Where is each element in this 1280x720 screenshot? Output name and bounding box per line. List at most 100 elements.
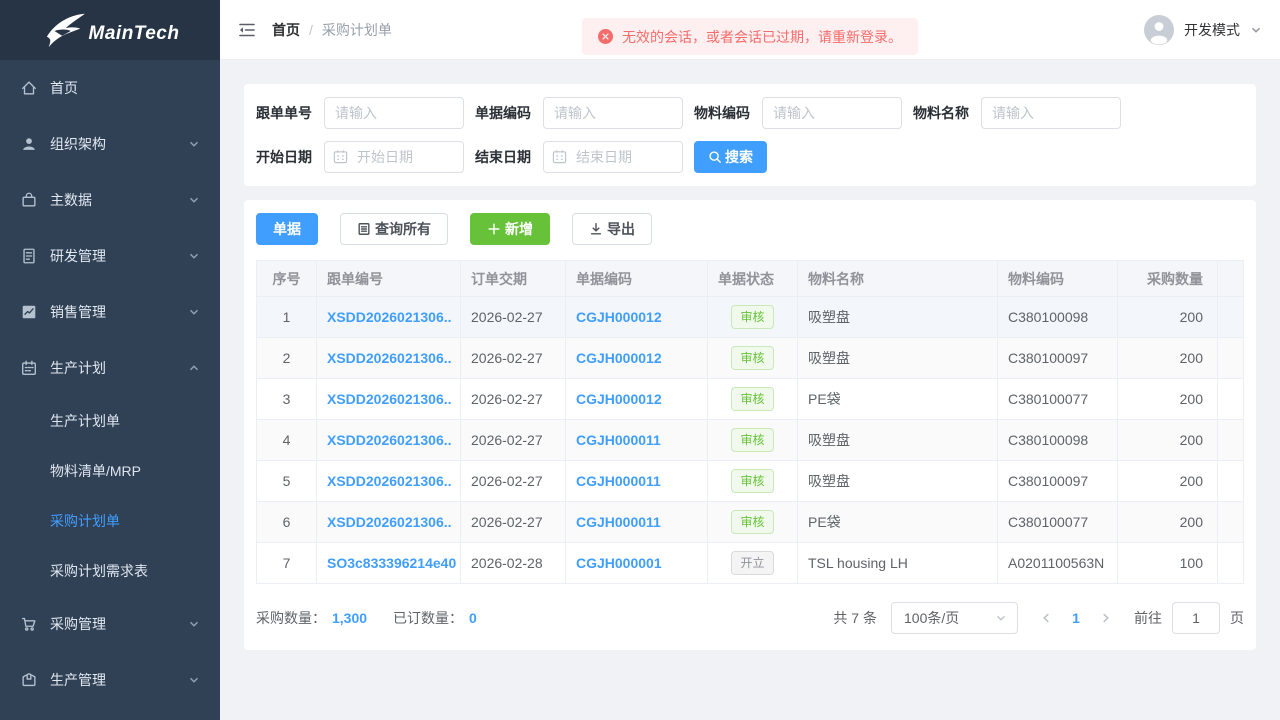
sidebar-item-label: 销售管理 xyxy=(50,304,106,320)
sidebar-item-sales-management[interactable]: 销售管理 xyxy=(0,284,220,340)
goto-page-input[interactable] xyxy=(1172,602,1220,634)
cell-follow-no[interactable]: XSDD2026021306.. xyxy=(316,501,461,543)
chevron-down-icon xyxy=(188,138,200,150)
column-header: 单据状态 xyxy=(707,260,798,297)
page-number[interactable]: 1 xyxy=(1062,610,1090,626)
purchase-qty-value: 1,300 xyxy=(332,610,368,626)
alert-message: 无效的会话，或者会话已过期，请重新登录。 xyxy=(622,28,902,45)
table-footer: 采购数量： 1,300 已订数量： 0 共 7 条 100条/页 1 前往 1 … xyxy=(256,602,1244,634)
table-row[interactable]: 3 XSDD2026021306.. 2026-02-27 CGJH000012 审核 P… xyxy=(256,378,1244,420)
cell-follow-no[interactable]: XSDD2026021306.. xyxy=(316,419,461,461)
cell-material-name: 吸塑盘 xyxy=(797,337,998,379)
cell-index: 2 xyxy=(256,337,317,379)
document-icon xyxy=(20,247,38,265)
cell-material-code: C380100097 xyxy=(997,460,1118,502)
error-circle-icon xyxy=(598,29,613,44)
cell-delivery-date: 2026-02-27 xyxy=(460,419,566,461)
ordered-qty-label: 已订数量： xyxy=(393,610,464,626)
breadcrumb-home[interactable]: 首页 xyxy=(272,20,300,40)
plus-icon xyxy=(487,222,501,236)
field-doc-no: 单据编码 xyxy=(475,97,683,129)
sidebar-subitem-bom-mrp[interactable]: 物料清单/MRP xyxy=(0,446,220,496)
cell-delivery-date: 2026-02-28 xyxy=(460,542,566,584)
cell-doc-no[interactable]: CGJH000011 xyxy=(565,501,708,543)
sidebar-item-home[interactable]: 首页 xyxy=(0,60,220,116)
goto-suffix: 页 xyxy=(1230,610,1244,626)
export-button[interactable]: 导出 xyxy=(572,213,652,245)
material-code-input[interactable] xyxy=(762,97,902,129)
table-row[interactable]: 7 SO3c833396214e40 2026-02-28 CGJH000001 开立 T… xyxy=(256,542,1244,584)
download-icon xyxy=(589,222,603,236)
sidebar-subitem-production-plan-order[interactable]: 生产计划单 xyxy=(0,396,220,446)
table-row[interactable]: 2 XSDD2026021306.. 2026-02-27 CGJH000012 审核吸… xyxy=(256,337,1244,379)
status-badge: 审核 xyxy=(707,460,798,502)
status-badge: 审核 xyxy=(731,428,774,452)
table-panel: 单据 查询所有 新增 导出 序号 跟单编号 订单交期 单据编码 单据状态 物料名… xyxy=(244,200,1256,650)
cell-doc-no[interactable]: CGJH000001 xyxy=(565,542,708,584)
query-all-button[interactable]: 查询所有 xyxy=(340,213,448,245)
cell-doc-no[interactable]: CGJH000012 xyxy=(565,296,708,338)
cell-follow-no[interactable]: XSDD2026021306.. xyxy=(316,296,461,338)
document-list-icon xyxy=(357,222,371,236)
cell-doc-no[interactable]: CGJH000011 xyxy=(565,460,708,502)
summary: 采购数量： 1,300 已订数量： 0 xyxy=(256,608,503,628)
column-header xyxy=(1217,260,1244,297)
material-name-input[interactable] xyxy=(981,97,1121,129)
doc-no-input[interactable] xyxy=(543,97,683,129)
sidebar-item-rd-management[interactable]: 研发管理 xyxy=(0,228,220,284)
cell-material-name: TSL housing LH xyxy=(797,542,998,584)
status-badge: 开立 xyxy=(731,551,774,575)
cell-qty: 200 xyxy=(1117,337,1218,379)
chevron-up-icon xyxy=(188,362,200,374)
field-label: 物料编码 xyxy=(694,105,750,121)
status-badge: 审核 xyxy=(707,378,798,420)
prev-page-icon[interactable] xyxy=(1032,602,1060,634)
sidebar-subitem-purchase-plan-order[interactable]: 采购计划单 xyxy=(0,496,220,546)
column-header: 跟单编号 xyxy=(316,260,461,297)
next-page-icon[interactable] xyxy=(1092,602,1120,634)
sidebar-item-production-management[interactable]: 生产管理 xyxy=(0,652,220,708)
cell-follow-no[interactable]: XSDD2026021306.. xyxy=(316,378,461,420)
sidebar-fold-icon[interactable] xyxy=(236,19,258,41)
sidebar-item-master-data[interactable]: 主数据 xyxy=(0,172,220,228)
sidebar-item-label: 采购管理 xyxy=(50,616,106,632)
sidebar-item-purchase-management[interactable]: 采购管理 xyxy=(0,596,220,652)
column-header: 订单交期 xyxy=(460,260,566,297)
sidebar-item-org[interactable]: 组织架构 xyxy=(0,116,220,172)
cell-follow-no[interactable]: XSDD2026021306.. xyxy=(316,337,461,379)
table-row[interactable]: 6 XSDD2026021306.. 2026-02-27 CGJH000011 审核 P… xyxy=(256,501,1244,543)
add-button[interactable]: 新增 xyxy=(470,213,550,245)
search-button[interactable]: 搜索 xyxy=(694,141,767,173)
field-material-code: 物料编码 xyxy=(694,97,902,129)
sidebar-item-label: 组织架构 xyxy=(50,136,106,152)
cell-follow-no[interactable]: SO3c833396214e40 xyxy=(316,542,461,584)
chevron-down-icon xyxy=(188,674,200,686)
purchase-qty-label: 采购数量： xyxy=(256,610,326,626)
page-size-select[interactable]: 100条/页 xyxy=(891,602,1018,634)
cell-material-code: C380100077 xyxy=(997,501,1118,543)
sidebar-item-production-plan[interactable]: 生产计划 xyxy=(0,340,220,396)
table-row[interactable]: 1 XSDD2026021306.. 2026-02-27 CGJH000012 审核吸… xyxy=(256,296,1244,338)
bill-button[interactable]: 单据 xyxy=(256,213,318,245)
cell-follow-no[interactable]: XSDD2026021306.. xyxy=(316,460,461,502)
table-row[interactable]: 5 XSDD2026021306.. 2026-02-27 CGJH000011 审核吸… xyxy=(256,460,1244,502)
main-area: 首页 / 采购计划单 无效的会话，或者会话已过期，请重新登录。 开发模式 跟单单… xyxy=(220,0,1280,720)
cart-icon xyxy=(20,615,38,633)
search-icon xyxy=(708,150,722,164)
cell-qty: 100 xyxy=(1117,542,1218,584)
cell-material-code: A0201100563N xyxy=(997,542,1118,584)
table-header-row: 序号 跟单编号 订单交期 单据编码 单据状态 物料名称 物料编码 采购数量 xyxy=(256,260,1244,297)
cell-doc-no[interactable]: CGJH000011 xyxy=(565,419,708,461)
page-content: 跟单单号 单据编码 物料编码 物料名称 开始日期 xyxy=(220,60,1280,720)
follow-no-input[interactable] xyxy=(324,97,464,129)
field-label: 单据编码 xyxy=(475,105,531,121)
status-badge: 审核 xyxy=(731,510,774,534)
cell-doc-no[interactable]: CGJH000012 xyxy=(565,378,708,420)
sidebar-item-label: 生产管理 xyxy=(50,672,106,688)
user-menu[interactable]: 开发模式 xyxy=(1144,14,1262,45)
table-row[interactable]: 4 XSDD2026021306.. 2026-02-27 CGJH000011 审核吸… xyxy=(256,419,1244,461)
field-label: 物料名称 xyxy=(913,105,969,121)
cell-doc-no[interactable]: CGJH000012 xyxy=(565,337,708,379)
status-badge: 开立 xyxy=(707,542,798,584)
sidebar-subitem-purchase-plan-demand[interactable]: 采购计划需求表 xyxy=(0,546,220,596)
